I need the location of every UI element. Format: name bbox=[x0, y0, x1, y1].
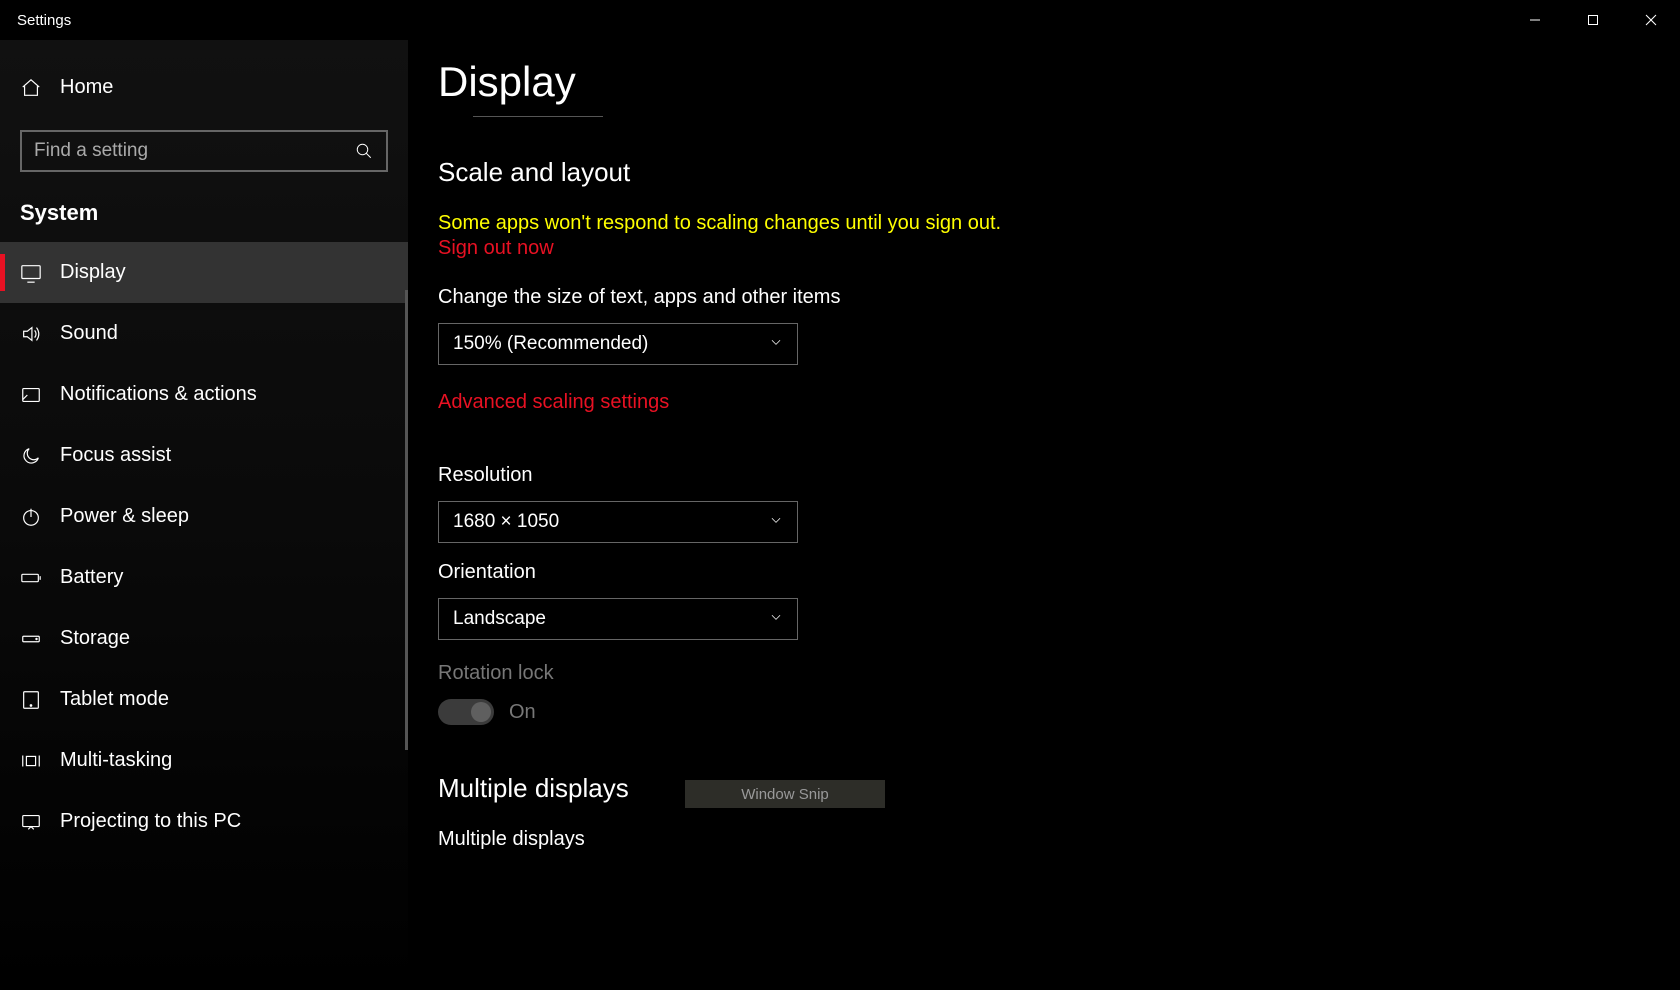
scale-layout-header: Scale and layout bbox=[438, 157, 1680, 188]
minimize-icon bbox=[1529, 14, 1541, 26]
window-title: Settings bbox=[17, 12, 71, 29]
sound-icon bbox=[20, 323, 60, 345]
text-size-value: 150% (Recommended) bbox=[453, 333, 648, 355]
storage-icon bbox=[20, 628, 60, 650]
sidebar-item-storage[interactable]: Storage bbox=[0, 608, 408, 669]
sidebar-item-sound[interactable]: Sound bbox=[0, 303, 408, 364]
sidebar-item-power-sleep[interactable]: Power & sleep bbox=[0, 486, 408, 547]
sidebar-item-multi-tasking[interactable]: Multi-tasking bbox=[0, 730, 408, 791]
page-title: Display bbox=[438, 58, 1680, 106]
rotation-lock-label: Rotation lock bbox=[438, 662, 1680, 685]
sidebar-item-label: Display bbox=[60, 261, 126, 284]
rotation-lock-toggle[interactable] bbox=[438, 699, 494, 725]
search-icon bbox=[354, 142, 374, 160]
multiple-displays-header: Multiple displays bbox=[438, 773, 1680, 804]
orientation-label: Orientation bbox=[438, 561, 1680, 584]
power-icon bbox=[20, 506, 60, 528]
home-icon bbox=[20, 77, 60, 99]
window-snip-label: Window Snip bbox=[741, 786, 829, 803]
close-button[interactable] bbox=[1622, 0, 1680, 40]
sidebar-item-focus-assist[interactable]: Focus assist bbox=[0, 425, 408, 486]
scaling-warning: Some apps won't respond to scaling chang… bbox=[438, 212, 1680, 235]
search-container bbox=[0, 115, 408, 192]
resolution-value: 1680 × 1050 bbox=[453, 511, 559, 533]
sidebar-item-notifications[interactable]: Notifications & actions bbox=[0, 364, 408, 425]
sidebar-item-label: Power & sleep bbox=[60, 505, 189, 528]
category-header: System bbox=[0, 192, 408, 242]
sidebar-item-label: Multi-tasking bbox=[60, 749, 172, 772]
chevron-down-icon bbox=[769, 610, 783, 629]
sidebar-item-label: Sound bbox=[60, 322, 118, 345]
rotation-lock-state: On bbox=[509, 701, 536, 724]
close-icon bbox=[1645, 14, 1657, 26]
text-size-dropdown[interactable]: 150% (Recommended) bbox=[438, 323, 798, 365]
focus-assist-icon bbox=[20, 445, 60, 467]
multiple-displays-label: Multiple displays bbox=[438, 828, 1680, 851]
multitasking-icon bbox=[20, 750, 60, 772]
sidebar-item-tablet-mode[interactable]: Tablet mode bbox=[0, 669, 408, 730]
search-box[interactable] bbox=[20, 130, 388, 172]
chevron-down-icon bbox=[769, 513, 783, 532]
window-snip-tooltip: Window Snip bbox=[685, 780, 885, 808]
sign-out-link[interactable]: Sign out now bbox=[438, 237, 554, 260]
window-controls bbox=[1506, 0, 1680, 40]
content-area: Display Scale and layout Some apps won't… bbox=[408, 40, 1680, 990]
orientation-value: Landscape bbox=[453, 608, 546, 630]
titlebar: Settings bbox=[0, 0, 1680, 40]
title-underline bbox=[473, 116, 603, 117]
advanced-scaling-link[interactable]: Advanced scaling settings bbox=[438, 391, 669, 414]
orientation-dropdown[interactable]: Landscape bbox=[438, 598, 798, 640]
notifications-icon bbox=[20, 384, 60, 406]
sidebar-item-display[interactable]: Display bbox=[0, 242, 408, 303]
home-nav[interactable]: Home bbox=[0, 60, 408, 115]
rotation-lock-row: On bbox=[438, 699, 1680, 725]
display-icon bbox=[20, 262, 60, 284]
sidebar-item-label: Projecting to this PC bbox=[60, 810, 241, 833]
home-label: Home bbox=[60, 76, 113, 99]
sidebar-item-label: Tablet mode bbox=[60, 688, 169, 711]
text-size-label: Change the size of text, apps and other … bbox=[438, 286, 1680, 309]
resolution-label: Resolution bbox=[438, 464, 1680, 487]
projecting-icon bbox=[20, 811, 60, 833]
maximize-button[interactable] bbox=[1564, 0, 1622, 40]
resolution-dropdown[interactable]: 1680 × 1050 bbox=[438, 501, 798, 543]
chevron-down-icon bbox=[769, 335, 783, 354]
battery-icon bbox=[20, 567, 60, 589]
minimize-button[interactable] bbox=[1506, 0, 1564, 40]
tablet-icon bbox=[20, 689, 60, 711]
sidebar-item-projecting[interactable]: Projecting to this PC bbox=[0, 791, 408, 852]
maximize-icon bbox=[1587, 14, 1599, 26]
sidebar-item-label: Notifications & actions bbox=[60, 383, 257, 406]
search-input[interactable] bbox=[34, 140, 354, 162]
sidebar-item-label: Storage bbox=[60, 627, 130, 650]
sidebar: Home System Display Sound Notifications … bbox=[0, 40, 408, 990]
sidebar-item-battery[interactable]: Battery bbox=[0, 547, 408, 608]
sidebar-item-label: Battery bbox=[60, 566, 123, 589]
sidebar-item-label: Focus assist bbox=[60, 444, 171, 467]
toggle-knob bbox=[471, 702, 491, 722]
